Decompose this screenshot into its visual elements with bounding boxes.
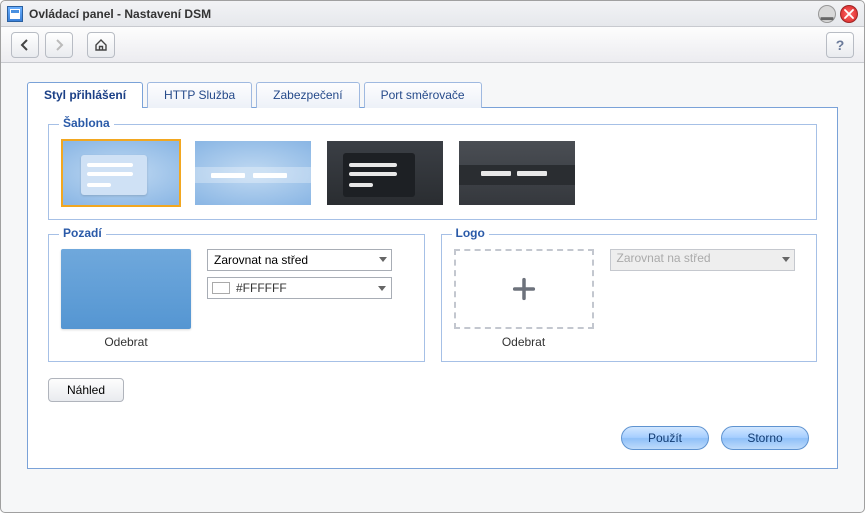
- tab-login-style[interactable]: Styl přihlášení: [27, 82, 143, 108]
- logo-legend: Logo: [452, 226, 489, 240]
- logo-align-select: Zarovnat na střed: [610, 249, 795, 271]
- logo-fieldset: Logo Odebrat Zarovnat na střed: [441, 234, 818, 362]
- cancel-button[interactable]: Storno: [721, 426, 809, 450]
- template-option-2[interactable]: [193, 139, 313, 207]
- background-legend: Pozadí: [59, 226, 106, 240]
- background-remove-button[interactable]: Odebrat: [61, 335, 191, 349]
- color-value-text: #FFFFFF: [236, 281, 287, 295]
- template-option-1[interactable]: [61, 139, 181, 207]
- close-button[interactable]: [840, 5, 858, 23]
- button-label: Použít: [648, 431, 682, 445]
- template-preview-icon: [327, 141, 443, 205]
- tab-label: Port směrovače: [381, 88, 465, 102]
- button-label: Storno: [747, 431, 782, 445]
- background-fieldset: Pozadí Odebrat Zarovnat na střed: [48, 234, 425, 362]
- back-button[interactable]: [11, 32, 39, 58]
- help-icon: ?: [836, 37, 845, 53]
- tabstrip: Styl přihlášení HTTP Služba Zabezpečení …: [27, 81, 838, 107]
- titlebar: Ovládací panel - Nastavení DSM: [1, 1, 864, 27]
- select-value-text: Zarovnat na střed: [617, 251, 711, 265]
- logo-dropzone[interactable]: [454, 249, 594, 329]
- window: Ovládací panel - Nastavení DSM ? Styl př…: [0, 0, 865, 513]
- button-label: Náhled: [67, 383, 105, 397]
- home-button[interactable]: [87, 32, 115, 58]
- logo-align-select-disabled: Zarovnat na střed: [610, 249, 795, 271]
- color-swatch-icon: [212, 282, 230, 294]
- minimize-button[interactable]: [818, 5, 836, 23]
- template-preview-icon: [459, 141, 575, 205]
- logo-dropzone-col: Odebrat: [454, 249, 594, 349]
- bg-logo-row: Pozadí Odebrat Zarovnat na střed: [48, 234, 817, 376]
- apply-button[interactable]: Použít: [621, 426, 709, 450]
- app-icon: [7, 6, 23, 22]
- template-fieldset: Šablona: [48, 124, 817, 220]
- background-preview[interactable]: [61, 249, 191, 329]
- background-preview-col: Odebrat: [61, 249, 191, 349]
- preview-button[interactable]: Náhled: [48, 378, 124, 402]
- background-color-select[interactable]: #FFFFFF: [207, 277, 392, 299]
- logo-remove-button[interactable]: Odebrat: [454, 335, 594, 349]
- close-icon: [844, 9, 854, 19]
- tab-label: Zabezpečení: [273, 88, 342, 102]
- tab-router-port[interactable]: Port směrovače: [364, 82, 482, 108]
- arrow-right-icon: [52, 38, 66, 52]
- template-option-3[interactable]: [325, 139, 445, 207]
- footer-row: Použít Storno: [48, 424, 817, 450]
- template-preview-icon: [63, 141, 179, 205]
- toolbar: ?: [1, 27, 864, 63]
- background-align-select[interactable]: Zarovnat na střed: [207, 249, 392, 271]
- forward-button[interactable]: [45, 32, 73, 58]
- arrow-left-icon: [18, 38, 32, 52]
- home-icon: [94, 38, 108, 52]
- template-legend: Šablona: [59, 116, 114, 130]
- tab-security[interactable]: Zabezpečení: [256, 82, 359, 108]
- window-title: Ovládací panel - Nastavení DSM: [29, 7, 211, 21]
- template-option-4[interactable]: [457, 139, 577, 207]
- tab-label: HTTP Služba: [164, 88, 235, 102]
- tab-http-service[interactable]: HTTP Služba: [147, 82, 252, 108]
- template-preview-icon: [195, 141, 311, 205]
- minimize-icon: [819, 6, 835, 22]
- tab-label: Styl přihlášení: [44, 88, 126, 102]
- content-area: Styl přihlášení HTTP Služba Zabezpečení …: [1, 63, 864, 512]
- tabpanel-login-style: Šablona: [27, 107, 838, 469]
- template-row: [61, 139, 804, 207]
- help-button[interactable]: ?: [826, 32, 854, 58]
- plus-icon: [510, 275, 538, 303]
